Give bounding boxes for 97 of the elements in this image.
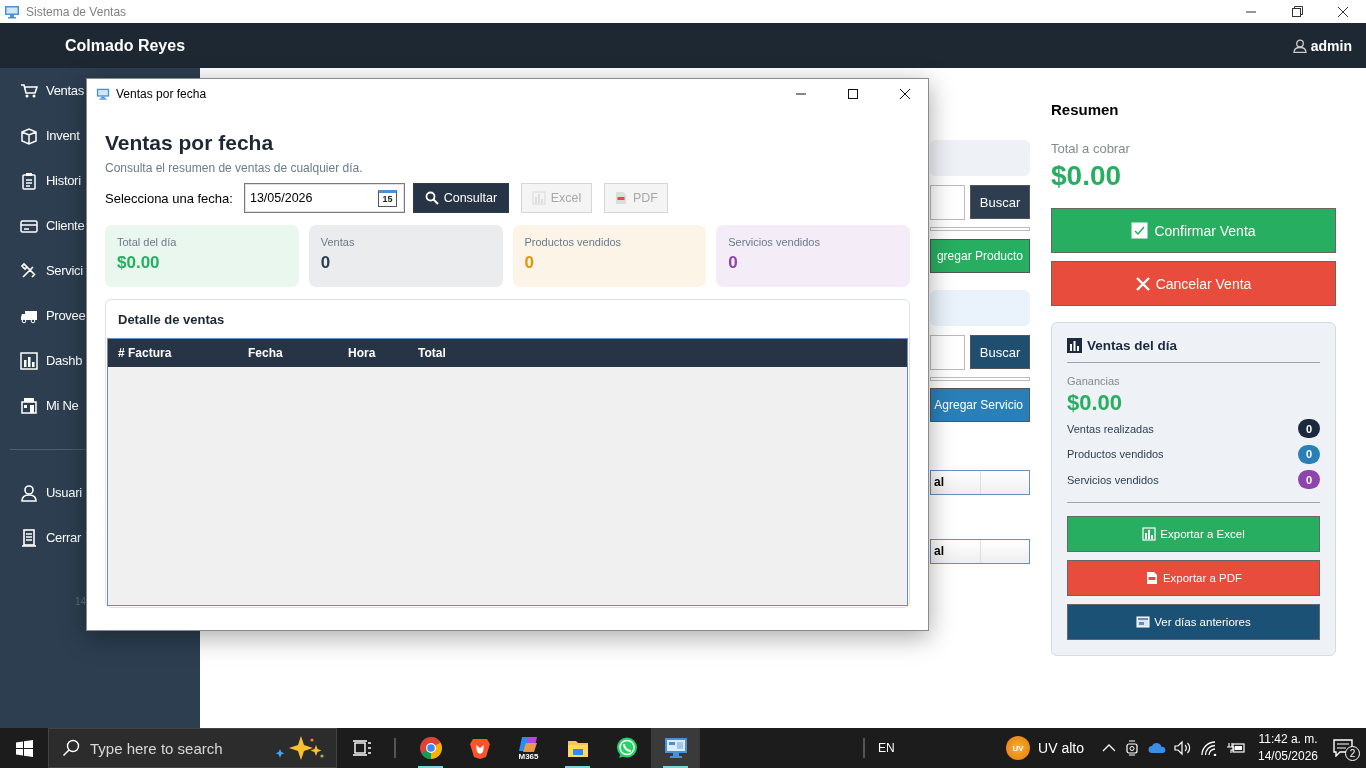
bar-chart-icon — [20, 351, 38, 370]
sidebar-item[interactable]: Usuari — [0, 470, 86, 515]
window-title: Sistema de Ventas — [26, 4, 127, 19]
notifications-button[interactable]: 2 — [1320, 728, 1366, 768]
battery-icon[interactable] — [1226, 741, 1246, 755]
checkbox-icon — [1131, 222, 1149, 239]
count-badge: 0 — [1298, 444, 1320, 464]
add-button[interactable]: Agregar Servicio — [930, 388, 1030, 422]
column-header[interactable]: # Factura — [108, 346, 238, 360]
table-cell-text: al — [933, 543, 945, 560]
calendar-button[interactable]: 15 — [377, 189, 397, 207]
profit-label: Ganancias — [1067, 375, 1121, 387]
total-amount: $0.00 — [1051, 160, 1123, 192]
sidebar-item[interactable]: Ventas — [0, 68, 86, 113]
column-header[interactable]: Total — [408, 346, 528, 360]
search-button[interactable]: Buscar — [970, 335, 1030, 369]
app-icon — [96, 87, 110, 101]
stat-value: 0 — [320, 253, 332, 273]
stat-label: Total del día — [117, 236, 178, 248]
close-icon — [1135, 276, 1150, 291]
dialog-heading: Ventas por fecha — [105, 131, 275, 155]
sidebar-item[interactable]: Histori — [0, 158, 86, 203]
sidebar-item[interactable]: Invent — [0, 113, 86, 158]
stat-label: Ventas — [320, 236, 356, 248]
spreadsheet-icon — [1142, 526, 1157, 541]
card-title: Ventas del día — [1087, 338, 1178, 353]
notification-count: 2 — [1345, 746, 1360, 761]
weather-text[interactable]: UV alto — [1038, 740, 1084, 756]
door-icon — [20, 528, 38, 547]
sidebar-item[interactable]: Cliente — [0, 203, 86, 248]
history-button[interactable]: Ver días anteriores — [1067, 603, 1320, 640]
bar-chart-icon — [1067, 338, 1082, 353]
cancel-button[interactable]: Cancelar Venta — [1051, 261, 1336, 306]
sidebar-item[interactable]: Servici — [0, 248, 86, 293]
language-indicator[interactable]: EN — [878, 741, 923, 755]
count-label: Productos vendidos — [1067, 448, 1164, 461]
user-icon — [20, 483, 38, 502]
tools-icon — [20, 261, 38, 280]
date-label: Selecciona una fecha: — [105, 190, 233, 206]
table-title: Detalle de ventas — [117, 311, 226, 329]
search-button[interactable]: Buscar — [970, 185, 1030, 219]
maximize-icon — [1291, 5, 1303, 18]
column-header[interactable]: Fecha — [238, 346, 338, 360]
clock[interactable]: 11:42 a. m. 14/05/2026 — [1256, 731, 1320, 765]
user-name[interactable]: admin — [1310, 37, 1352, 54]
dialog-title: Ventas por fecha — [116, 87, 207, 101]
section-title: Resumen — [1051, 101, 1120, 118]
message-icon — [1333, 739, 1353, 757]
document-icon — [1144, 570, 1159, 585]
dialog-subtitle: Consulta el resumen de ventas de cualquier día. — [105, 161, 364, 175]
app-icon — [4, 3, 20, 20]
document-icon — [613, 191, 628, 205]
cart-icon — [20, 81, 38, 100]
box-icon — [20, 126, 38, 145]
cloud-icon[interactable] — [1148, 741, 1166, 755]
stat-value: 0 — [728, 253, 739, 273]
column-header[interactable]: Hora — [338, 346, 408, 360]
close-icon — [899, 88, 911, 100]
profit-amount: $0.00 — [1067, 390, 1124, 416]
camera-icon[interactable] — [1124, 740, 1140, 756]
chat-icon — [614, 736, 639, 760]
search-icon — [62, 739, 80, 757]
search-field[interactable] — [930, 185, 965, 220]
sidebar-item[interactable]: Mi Ne — [0, 383, 86, 428]
count-badge: 0 — [1298, 470, 1320, 490]
monitor-icon — [663, 736, 688, 760]
close-icon — [1337, 5, 1349, 18]
stat-label: Productos vendidos — [524, 236, 623, 248]
sidebar-item[interactable]: Dashb — [0, 338, 86, 383]
clipboard-icon — [20, 171, 38, 190]
search-button[interactable]: Consultar — [412, 183, 509, 213]
export-button[interactable]: Exportar a PDF — [1067, 559, 1320, 596]
windows-icon — [15, 739, 33, 757]
taskbar-app[interactable] — [651, 728, 700, 768]
task-view-icon — [353, 740, 371, 756]
count-label: Ventas realizadas — [1067, 422, 1154, 435]
maximize-icon — [847, 88, 859, 100]
sidebar-item[interactable]: Cerrar — [0, 515, 86, 560]
user-icon — [1292, 38, 1307, 53]
stat-value: $0.00 — [117, 253, 161, 273]
search-icon — [424, 191, 439, 205]
store-icon — [20, 396, 38, 415]
count-badge: 0 — [1298, 419, 1320, 439]
sparkle-icon — [274, 735, 324, 761]
table-cell-text: al — [933, 474, 945, 491]
taskbar-app[interactable]: M365 — [504, 728, 553, 768]
brand-name: Colmado Reyes — [65, 36, 186, 55]
count-label: Servicios vendidos — [1067, 473, 1159, 486]
speaker-icon[interactable] — [1174, 740, 1192, 756]
total-label: Total a cobrar — [1051, 141, 1131, 156]
stat-label: Servicios vendidos — [728, 236, 821, 248]
wifi-icon[interactable] — [1200, 740, 1218, 756]
stat-value: 0 — [524, 253, 535, 273]
browser-icon — [418, 736, 443, 760]
search-field[interactable]: Type here to search — [48, 728, 337, 768]
sidebar-item[interactable]: Provee — [0, 293, 86, 338]
search-field[interactable] — [930, 335, 965, 370]
